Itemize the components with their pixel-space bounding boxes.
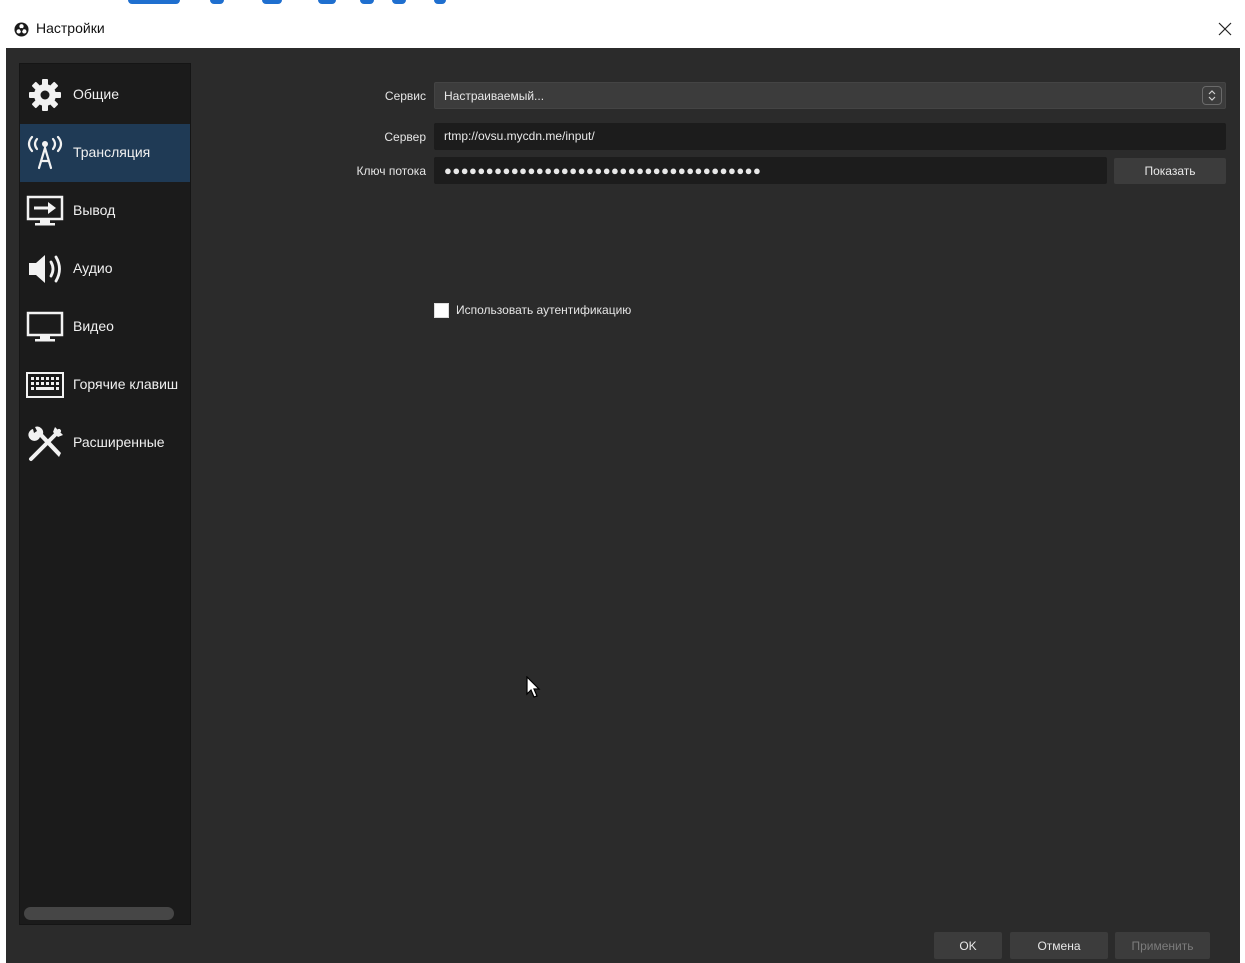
close-icon: [1218, 22, 1232, 36]
mouse-cursor-icon: [526, 676, 541, 698]
sidebar-scrollbar[interactable]: [24, 907, 174, 920]
sidebar-item-audio[interactable]: Аудио: [20, 240, 190, 298]
service-value: Настраиваемый...: [444, 89, 545, 103]
show-key-button[interactable]: Показать: [1114, 158, 1226, 184]
sidebar-item-label: Видео: [73, 318, 114, 334]
sidebar-item-label: Трансляция: [73, 144, 151, 160]
keyboard-icon: [24, 367, 66, 403]
sidebar-item-stream[interactable]: Трансляция: [20, 124, 190, 182]
output-monitor-icon: [24, 193, 66, 229]
service-label: Сервис: [384, 89, 426, 103]
broadcast-antenna-icon: [24, 135, 66, 171]
sidebar-item-general[interactable]: Общие: [20, 66, 190, 124]
sidebar-item-label: Общие: [73, 86, 120, 102]
sidebar-item-label: Аудио: [73, 260, 113, 276]
gear-icon: [24, 77, 66, 113]
speaker-icon: [24, 251, 66, 287]
sidebar-item-output[interactable]: Вывод: [20, 182, 190, 240]
server-label: Сервер: [384, 130, 426, 144]
monitor-icon: [24, 309, 66, 345]
ok-button[interactable]: OK: [934, 932, 1002, 959]
apply-button[interactable]: Применить: [1115, 932, 1210, 959]
tools-icon: [24, 425, 66, 461]
server-input[interactable]: rtmp://ovsu.mycdn.me/input/: [434, 123, 1226, 150]
obs-logo-icon: [14, 22, 29, 37]
use-auth-checkbox[interactable]: [434, 302, 449, 318]
window-titlebar: Настройки: [0, 10, 1245, 48]
settings-sidebar: Общие Трансляция Вывод Аудио Видео Горяч…: [19, 63, 191, 925]
cut-off-top-strip: [0, 0, 1245, 10]
sidebar-item-label: Горячие клавиш: [73, 376, 179, 392]
service-combobox[interactable]: Настраиваемый...: [434, 82, 1226, 109]
sidebar-item-label: Расширенные: [73, 434, 165, 450]
sidebar-item-advanced[interactable]: Расширенные: [20, 414, 190, 472]
stream-key-input[interactable]: ●●●●●●●●●●●●●●●●●●●●●●●●●●●●●●●●●●●●●●: [434, 157, 1107, 184]
sidebar-item-video[interactable]: Видео: [20, 298, 190, 356]
cancel-button[interactable]: Отмена: [1010, 932, 1108, 959]
close-button[interactable]: [1205, 12, 1245, 46]
sidebar-item-label: Вывод: [73, 202, 116, 218]
window-title: Настройки: [36, 20, 105, 36]
combo-spinner-icon: [1202, 86, 1222, 105]
use-auth-label: Использовать аутентификацию: [456, 303, 632, 317]
settings-client-area: Общие Трансляция Вывод Аудио Видео Горяч…: [6, 48, 1240, 963]
use-auth-checkbox-row[interactable]: Использовать аутентификацию: [434, 301, 631, 319]
stream-key-label: Ключ потока: [356, 164, 426, 178]
sidebar-item-hotkeys[interactable]: Горячие клавиш: [20, 356, 190, 414]
